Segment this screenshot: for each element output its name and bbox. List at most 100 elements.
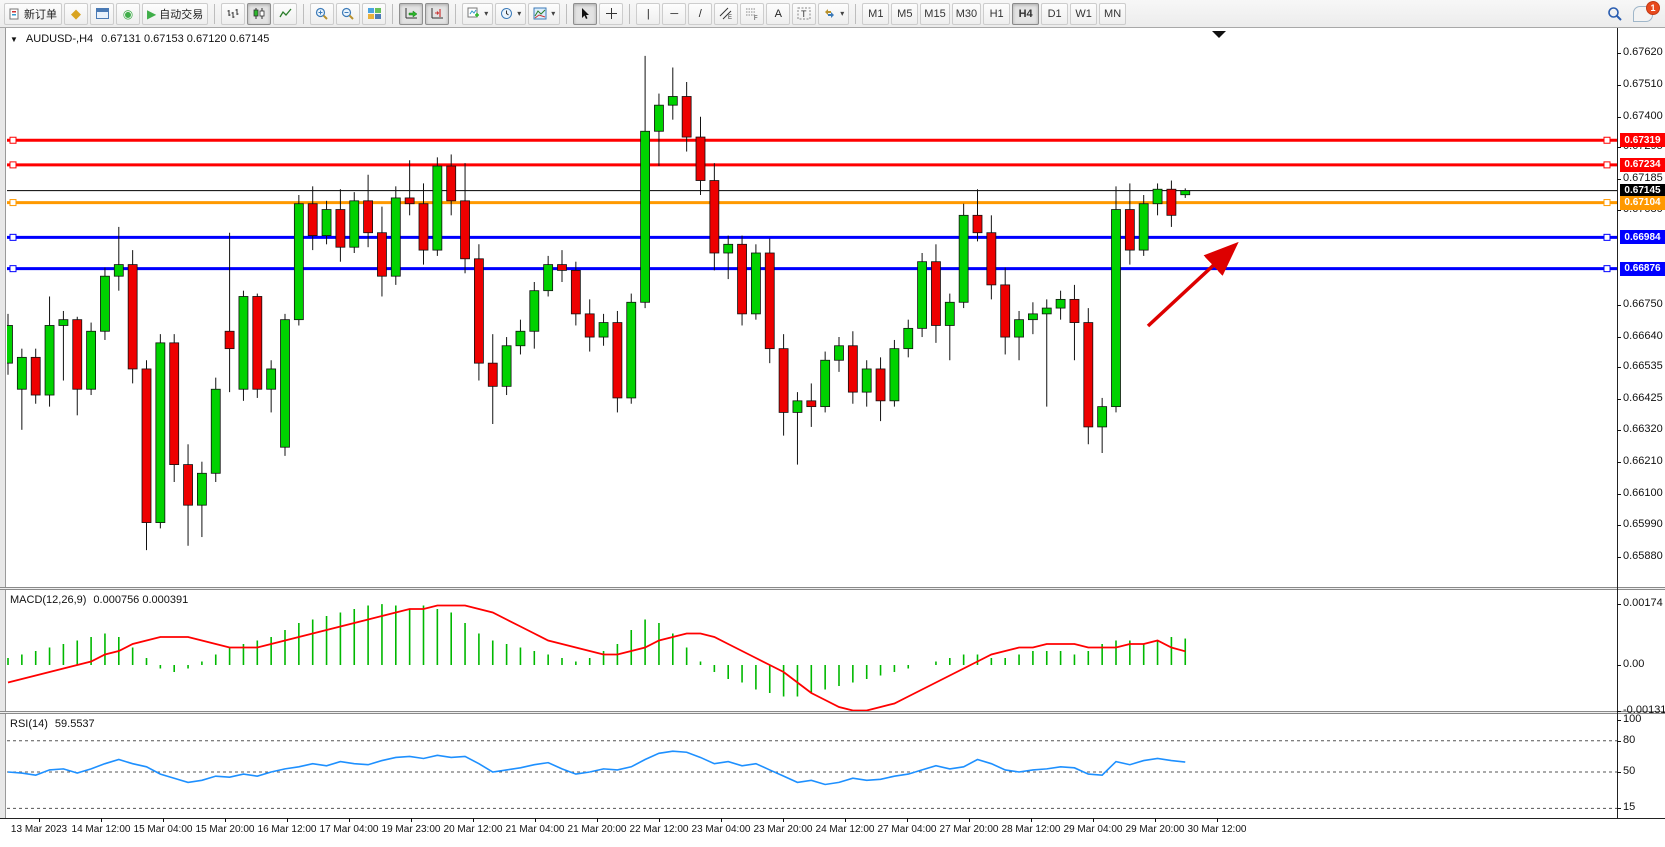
caret-down-icon: ▾: [551, 9, 555, 18]
autotrade-play-icon: ▶: [147, 7, 156, 21]
notification-badge: 1: [1646, 1, 1660, 15]
axis-tick-mark: [1617, 772, 1621, 773]
zoom-in-icon: [315, 7, 329, 21]
price-tick-label: 0.65990: [1623, 518, 1663, 530]
candlestick: [1070, 299, 1079, 322]
new-order-label: 新订单: [24, 6, 57, 22]
price-line-badge: 0.66876: [1620, 262, 1665, 276]
candlestick: [488, 363, 497, 386]
candlestick: [114, 265, 123, 277]
chart-ohlc-readout: 0.67131 0.67153 0.67120 0.67145: [101, 33, 269, 45]
time-axis-tick: [535, 818, 536, 822]
channel-button[interactable]: E: [714, 3, 738, 25]
timeframe-button-h4[interactable]: H4: [1012, 3, 1039, 25]
line-handle: [1604, 234, 1610, 240]
price-line-badge: 0.67319: [1620, 133, 1665, 147]
time-axis-tick: [473, 818, 474, 822]
timeframe-button-d1[interactable]: D1: [1041, 3, 1068, 25]
signal-button[interactable]: ◉: [116, 3, 140, 25]
candlestick: [7, 325, 13, 363]
template-button[interactable]: ▾: [528, 3, 560, 25]
candlestick: [530, 291, 539, 332]
profile-window-button[interactable]: [90, 3, 114, 25]
time-axis-tick: [1217, 818, 1218, 822]
new-chart-button[interactable]: ▾: [462, 3, 493, 25]
auto-scroll-button[interactable]: [399, 3, 423, 25]
candlestick: [239, 296, 248, 389]
rsi-panel-canvas[interactable]: [7, 715, 1617, 818]
line-handle: [10, 162, 16, 168]
candlestick: [821, 360, 830, 406]
candlestick: [447, 166, 456, 201]
candlestick: [253, 296, 262, 389]
text-label-button[interactable]: T: [792, 3, 816, 25]
svg-text:E: E: [728, 15, 732, 20]
chat-button[interactable]: 1: [1633, 6, 1653, 22]
axis-tick-mark: [1617, 494, 1621, 495]
autotrade-button[interactable]: ▶ 自动交易: [142, 3, 208, 25]
gold-chart-button[interactable]: ◆: [64, 3, 88, 25]
timeframe-button-h1[interactable]: H1: [983, 3, 1010, 25]
zoom-out-button[interactable]: [336, 3, 360, 25]
crosshair-button[interactable]: [599, 3, 623, 25]
chart-shift-button[interactable]: [425, 3, 449, 25]
chart-shift-icon: [431, 7, 444, 20]
search-icon[interactable]: [1607, 6, 1623, 22]
main-chart-canvas[interactable]: [7, 28, 1617, 587]
timeframe-button-m30[interactable]: M30: [952, 3, 981, 25]
text-button[interactable]: A: [766, 3, 790, 25]
time-axis-tick: [411, 818, 412, 822]
bar-chart-button[interactable]: [221, 3, 245, 25]
macd-panel-canvas[interactable]: [7, 590, 1617, 711]
rsi-axis-label: 15: [1623, 801, 1635, 813]
svg-text:F: F: [754, 16, 758, 20]
caret-down-icon: ▾: [484, 9, 488, 18]
price-tick-label: 0.66100: [1623, 487, 1663, 499]
horizontal-line-icon: ─: [670, 8, 678, 20]
macd-axis-label: 0.00174: [1623, 597, 1663, 609]
timeframe-button-m15[interactable]: M15: [920, 3, 949, 25]
line-handle: [10, 266, 16, 272]
vertical-line-button[interactable]: |: [636, 3, 660, 25]
candlestick: [1015, 320, 1024, 337]
candlestick: [308, 204, 317, 236]
candlestick: [1042, 308, 1051, 314]
candlestick-chart-button[interactable]: [247, 3, 271, 25]
axis-tick-mark: [1617, 557, 1621, 558]
period-button[interactable]: ▾: [495, 3, 526, 25]
timeframe-button-m5[interactable]: M5: [891, 3, 918, 25]
horizontal-line-button[interactable]: ─: [662, 3, 686, 25]
cursor-button[interactable]: [573, 3, 597, 25]
candlestick: [502, 346, 511, 387]
candlestick: [931, 262, 940, 326]
candlestick: [1153, 189, 1162, 203]
candlestick: [682, 96, 691, 137]
timeframe-button-m1[interactable]: M1: [862, 3, 889, 25]
candlestick: [336, 210, 345, 248]
fibonacci-button[interactable]: F: [740, 3, 764, 25]
candlestick: [128, 265, 137, 369]
zoom-in-button[interactable]: [310, 3, 334, 25]
chart-dropdown-icon[interactable]: ▼: [10, 35, 18, 44]
tile-windows-button[interactable]: [362, 3, 386, 25]
timeframe-button-mn[interactable]: MN: [1099, 3, 1126, 25]
candlestick: [391, 198, 400, 276]
time-axis-tick: [1155, 818, 1156, 822]
candlestick: [641, 131, 650, 302]
toolbar-separator: [214, 4, 215, 24]
price-tick-label: 0.66640: [1623, 330, 1663, 342]
price-tick-label: 0.67510: [1623, 78, 1663, 90]
rsi-axis-label: 50: [1623, 765, 1635, 777]
arrows-button[interactable]: ▾: [818, 3, 849, 25]
trendline-button[interactable]: /: [688, 3, 712, 25]
candlestick: [184, 465, 193, 506]
line-chart-button[interactable]: [273, 3, 297, 25]
price-line-badge: 0.67104: [1620, 196, 1665, 210]
timeframe-button-w1[interactable]: W1: [1070, 3, 1097, 25]
price-tick-label: 0.66320: [1623, 423, 1663, 435]
candlestick: [1181, 191, 1190, 195]
new-order-button[interactable]: 新订单: [4, 3, 62, 25]
axis-tick-mark: [1617, 720, 1621, 721]
panel-splitter[interactable]: [0, 711, 1665, 714]
text-icon: A: [775, 8, 782, 20]
